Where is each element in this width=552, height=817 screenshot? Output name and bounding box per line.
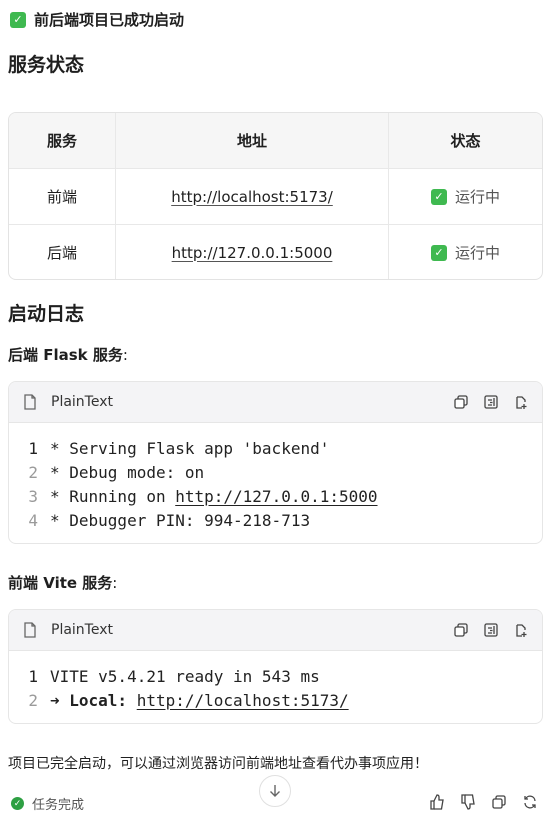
code-line: 3 * Running on http://127.0.0.1:5000 [9,484,542,508]
code-text: ➜ Local: [50,690,137,710]
line-number: 1 [28,666,38,686]
code-line: 1 * Serving Flask app 'backend' [9,436,542,460]
section-title-logs: 启动日志 [8,303,85,325]
wrap-icon[interactable] [482,621,500,639]
wrap-icon[interactable] [482,393,500,411]
code-actions [452,621,530,639]
code-text: * Running on [50,486,176,506]
arrow-down-icon [267,783,283,799]
code-language: PlainText [51,622,113,638]
copy-icon[interactable] [452,393,470,411]
table-header-row: 服务 地址 状态 [9,113,542,168]
status-cell: ✓ 运行中 [388,169,542,224]
heading-colon: : [112,574,118,592]
export-icon[interactable] [512,621,530,639]
code-line: 1 VITE v5.4.21 ready in 543 ms [9,664,542,688]
code-text: * Debugger PIN: 994-218-713 [50,510,311,530]
task-status-text: 任务完成 [32,798,85,813]
service-name: 前端 [46,188,77,206]
thumbs-up-icon[interactable] [428,793,446,811]
backend-address-link[interactable]: http://127.0.0.1:5000 [172,244,333,262]
code-line: 2 ➜ Local: http://localhost:5173/ [9,688,542,712]
status-cell: ✓ 运行中 [388,225,542,279]
code-text: VITE v5.4.21 ready in 543 ms [50,666,320,686]
code-body: 1 * Serving Flask app 'backend' 2 * Debu… [9,423,542,543]
scroll-to-bottom-button[interactable] [259,775,291,807]
code-text: * Debug mode: on [50,462,205,482]
summary-message: 项目已完全启动，可以通过浏览器访问前端地址查看代办事项应用！ [8,756,428,772]
frontend-address-link[interactable]: http://localhost:5173/ [171,188,333,206]
refresh-icon[interactable] [521,793,539,811]
address-cell: http://127.0.0.1:5000 [115,225,388,279]
frontend-code-block: PlainText 1 VITE v5.4.21 ready in 543 ms… [8,609,543,724]
code-language: PlainText [51,394,113,410]
code-url-link[interactable]: http://127.0.0.1:5000 [175,487,377,506]
backend-code-block: PlainText 1 * Serving Flask app 'backend… [8,381,543,544]
table-row: 后端 http://127.0.0.1:5000 ✓ 运行中 [9,224,542,279]
code-text: * Serving Flask app 'backend' [50,438,330,458]
code-line: 4 * Debugger PIN: 994-218-713 [9,508,542,532]
code-body: 1 VITE v5.4.21 ready in 543 ms 2 ➜ Local… [9,651,542,723]
code-actions [452,393,530,411]
heading-colon: : [122,346,128,364]
service-table: 服务 地址 状态 前端 http://localhost:5173/ ✓ 运行中… [8,112,543,280]
status-line: ✓ 前后端项目已成功启动 [10,9,184,30]
code-block-header: PlainText [9,382,542,423]
line-number: 4 [28,510,38,530]
line-number: 1 [28,438,38,458]
column-header-address: 地址 [115,113,388,168]
file-icon [21,393,39,411]
status-text: 运行中 [454,244,500,262]
backend-log-heading: 后端 Flask 服务: [8,344,128,365]
line-number: 2 [28,462,38,482]
column-header-service: 服务 [46,132,77,150]
service-name: 后端 [46,244,77,262]
thumbs-down-icon[interactable] [459,793,477,811]
code-line: 2 * Debug mode: on [9,460,542,484]
check-square-icon: ✓ [430,188,447,205]
address-cell: http://localhost:5173/ [115,169,388,224]
line-number: 3 [28,486,38,506]
check-square-icon: ✓ [10,11,26,28]
check-circle-icon: ✓ [11,797,24,810]
status-text: 运行中 [454,188,500,206]
frontend-log-heading-text: 前端 Vite 服务 [8,574,113,592]
line-number: 2 [28,690,38,710]
column-header-status: 状态 [388,113,542,168]
task-status: ✓ 任务完成 [11,794,84,813]
file-icon [21,621,39,639]
backend-log-heading-text: 后端 Flask 服务 [8,346,123,364]
copy-icon[interactable] [452,621,470,639]
code-url-link[interactable]: http://localhost:5173/ [137,691,349,710]
reply-actions [428,793,539,811]
code-block-header: PlainText [9,610,542,651]
section-title-service-status: 服务状态 [8,54,85,76]
export-icon[interactable] [512,393,530,411]
status-line-text: 前后端项目已成功启动 [34,11,185,29]
check-square-icon: ✓ [430,244,447,261]
table-row: 前端 http://localhost:5173/ ✓ 运行中 [9,168,542,224]
frontend-log-heading: 前端 Vite 服务: [8,572,117,593]
copy-icon[interactable] [490,793,508,811]
